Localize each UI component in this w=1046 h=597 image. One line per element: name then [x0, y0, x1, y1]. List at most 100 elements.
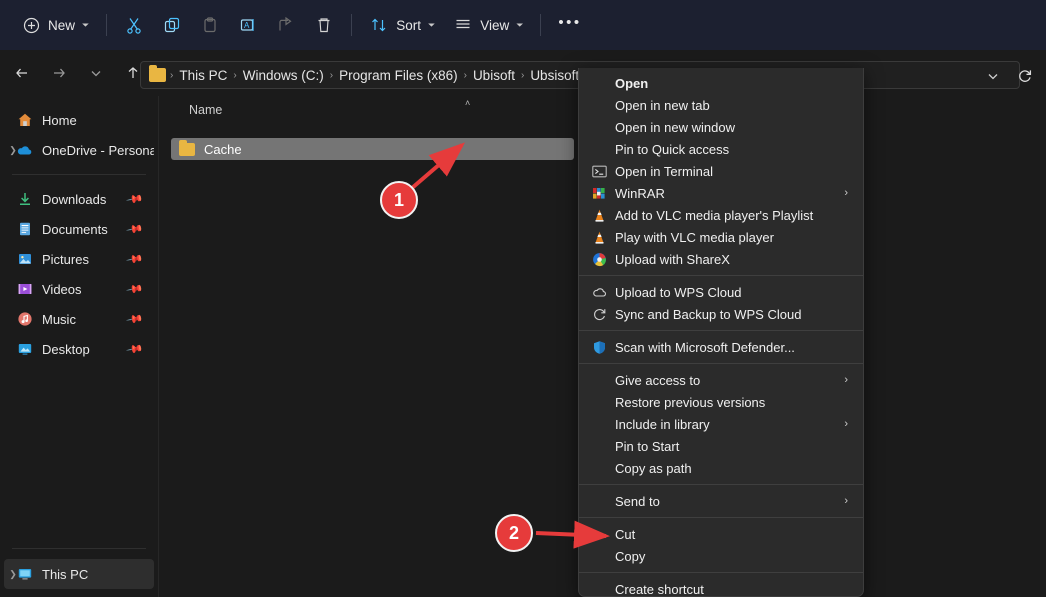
- menu-separator: [579, 484, 863, 485]
- ellipsis-icon: •••: [558, 14, 582, 31]
- breadcrumb-item-2[interactable]: Program Files (x86): [334, 68, 463, 83]
- menu-item-copy-as-path[interactable]: Copy as path: [582, 457, 860, 479]
- menu-item-open-in-terminal[interactable]: Open in Terminal: [582, 160, 860, 182]
- menu-item-winrar[interactable]: WinRAR ›: [582, 182, 860, 204]
- menu-item-include-in-library[interactable]: Include in library ›: [582, 413, 860, 435]
- menu-item-cut[interactable]: Cut: [582, 523, 860, 545]
- breadcrumb-item-0[interactable]: This PC: [174, 68, 232, 83]
- sidebar-this-pc-wrapper: ❯ This PC: [0, 559, 158, 589]
- pin-icon[interactable]: 📌: [126, 190, 145, 209]
- sidebar-item-label: Music: [42, 311, 76, 327]
- document-icon: [16, 221, 33, 238]
- copy-button[interactable]: [153, 9, 191, 41]
- breadcrumb-item-3[interactable]: Ubisoft: [468, 68, 520, 83]
- menu-item-upload-to-wps-cloud[interactable]: Upload to WPS Cloud: [582, 281, 860, 303]
- refresh-button[interactable]: [1010, 61, 1040, 91]
- menu-item-restore-previous-versions[interactable]: Restore previous versions: [582, 391, 860, 413]
- menu-item-pin-to-start[interactable]: Pin to Start: [582, 435, 860, 457]
- menu-item-label: Scan with Microsoft Defender...: [615, 339, 795, 355]
- menu-item-label: Open in Terminal: [615, 163, 714, 179]
- breadcrumb-item-1[interactable]: Windows (C:): [238, 68, 329, 83]
- sidebar-item-desktop[interactable]: Desktop 📌: [4, 334, 154, 364]
- cut-button[interactable]: [115, 9, 153, 41]
- menu-item-open[interactable]: Open: [582, 72, 860, 94]
- menu-item-label: Restore previous versions: [615, 394, 766, 410]
- menu-item-label: Upload to WPS Cloud: [615, 284, 742, 300]
- downloads-arrow-icon: [16, 191, 33, 208]
- sidebar-item-home[interactable]: Home: [4, 105, 154, 135]
- menu-separator: [579, 572, 863, 573]
- address-dropdown-button[interactable]: [978, 61, 1008, 91]
- back-button[interactable]: [7, 58, 37, 88]
- menu-item-add-to-vlc-playlist[interactable]: Add to VLC media player's Playlist: [582, 204, 860, 226]
- menu-item-open-in-new-window[interactable]: Open in new window: [582, 116, 860, 138]
- more-options-button[interactable]: •••: [549, 9, 590, 41]
- sidebar-item-label: OneDrive - Persona: [42, 142, 154, 158]
- menu-item-label: Upload with ShareX: [615, 251, 730, 267]
- chevron-right-icon: ›: [844, 495, 848, 507]
- menu-item-give-access-to[interactable]: Give access to ›: [582, 369, 860, 391]
- menu-item-create-shortcut[interactable]: Create shortcut: [582, 578, 860, 597]
- sidebar-item-documents[interactable]: Documents 📌: [4, 214, 154, 244]
- menu-item-label: Sync and Backup to WPS Cloud: [615, 306, 802, 322]
- menu-item-sync-backup-wps-cloud[interactable]: Sync and Backup to WPS Cloud: [582, 303, 860, 325]
- rename-button[interactable]: A: [229, 9, 267, 41]
- file-explorer-window: New ⏷ A Sort ⏷ View ⏷ ••• › This PC › Wi…: [0, 0, 1046, 597]
- menu-item-scan-with-defender[interactable]: Scan with Microsoft Defender...: [582, 336, 860, 358]
- menu-item-upload-with-sharex[interactable]: Upload with ShareX: [582, 248, 860, 270]
- pin-icon[interactable]: 📌: [126, 220, 145, 239]
- menu-item-label: Open in new window: [615, 119, 735, 135]
- menu-separator: [579, 517, 863, 518]
- menu-separator: [579, 330, 863, 331]
- sidebar-item-label: Pictures: [42, 251, 89, 267]
- menu-item-label: Copy: [615, 548, 646, 564]
- pictures-icon: [16, 251, 33, 268]
- vlc-cone-icon: [591, 229, 608, 246]
- menu-item-label: Play with VLC media player: [615, 229, 774, 245]
- menu-item-label: Open in new tab: [615, 97, 710, 113]
- sidebar-item-label: Videos: [42, 281, 82, 297]
- menu-item-label: WinRAR: [615, 185, 665, 201]
- blank-icon: [591, 119, 608, 136]
- sidebar-item-music[interactable]: Music 📌: [4, 304, 154, 334]
- context-menu: Open Open in new tab Open in new window …: [578, 68, 864, 597]
- sort-button[interactable]: Sort ⏷: [360, 9, 444, 41]
- column-header-name[interactable]: Name: [189, 103, 222, 117]
- menu-item-label: Include in library: [615, 416, 710, 432]
- toolbar-divider: [106, 14, 108, 36]
- menu-item-pin-to-quick-access[interactable]: Pin to Quick access: [582, 138, 860, 160]
- sidebar-item-pictures[interactable]: Pictures 📌: [4, 244, 154, 274]
- chevron-right-icon: ›: [844, 418, 848, 430]
- view-button[interactable]: View ⏷: [444, 9, 532, 41]
- chevron-right-icon[interactable]: ❯: [6, 145, 20, 156]
- new-button[interactable]: New ⏷: [12, 9, 98, 41]
- sidebar-item-onedrive[interactable]: ❯ OneDrive - Persona: [4, 135, 154, 165]
- menu-item-label: Create shortcut: [615, 581, 704, 597]
- menu-item-label: Copy as path: [615, 460, 692, 476]
- sidebar-item-downloads[interactable]: Downloads 📌: [4, 184, 154, 214]
- sidebar-item-this-pc[interactable]: ❯ This PC: [4, 559, 154, 589]
- svg-text:A: A: [244, 21, 250, 30]
- recent-locations-button[interactable]: [81, 58, 111, 88]
- pin-icon[interactable]: 📌: [126, 250, 145, 269]
- pin-icon[interactable]: 📌: [126, 340, 145, 359]
- menu-separator: [579, 275, 863, 276]
- sidebar-item-videos[interactable]: Videos 📌: [4, 274, 154, 304]
- paste-button[interactable]: [191, 9, 229, 41]
- pin-icon[interactable]: 📌: [126, 310, 145, 329]
- videos-icon: [16, 281, 33, 298]
- chevron-right-icon[interactable]: ❯: [6, 569, 20, 580]
- blank-icon: [591, 394, 608, 411]
- blank-icon: [591, 493, 608, 510]
- menu-item-label: Pin to Quick access: [615, 141, 730, 157]
- delete-button[interactable]: [305, 9, 343, 41]
- pin-icon[interactable]: 📌: [126, 280, 145, 299]
- blank-icon: [591, 526, 608, 543]
- forward-button[interactable]: [44, 58, 74, 88]
- menu-item-send-to[interactable]: Send to ›: [582, 490, 860, 512]
- menu-item-copy[interactable]: Copy: [582, 545, 860, 567]
- menu-item-open-in-new-tab[interactable]: Open in new tab: [582, 94, 860, 116]
- table-row[interactable]: Cache 11/22/2022 5:30 PM: [171, 135, 659, 163]
- menu-item-play-with-vlc[interactable]: Play with VLC media player: [582, 226, 860, 248]
- share-button[interactable]: [267, 9, 305, 41]
